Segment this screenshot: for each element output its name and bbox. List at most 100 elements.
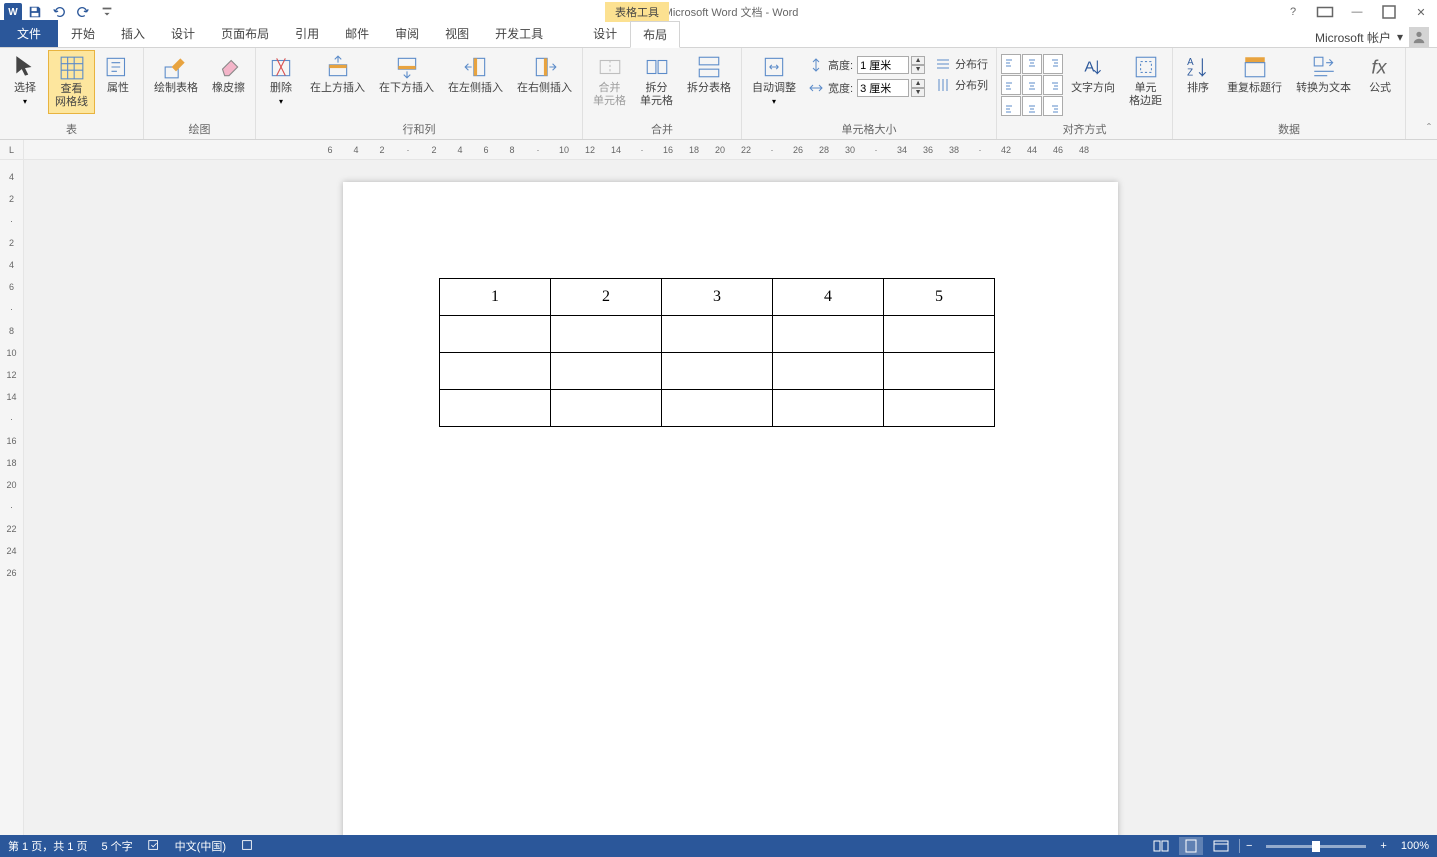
ribbon-options-icon[interactable] — [1313, 2, 1337, 22]
width-input[interactable]: ▲▼ — [857, 79, 925, 97]
close-icon[interactable]: ✕ — [1409, 2, 1433, 22]
table-cell[interactable]: 3 — [662, 279, 773, 316]
table-cell[interactable] — [551, 353, 662, 390]
read-mode-icon[interactable] — [1149, 837, 1173, 855]
distribute-rows-button[interactable]: 分布行 — [931, 54, 992, 74]
insert-right-button[interactable]: 在右侧插入 — [511, 50, 578, 99]
web-layout-icon[interactable] — [1209, 837, 1233, 855]
insert-left-button[interactable]: 在左侧插入 — [442, 50, 509, 99]
table-cell[interactable] — [662, 390, 773, 427]
table-cell[interactable] — [773, 316, 884, 353]
vertical-ruler[interactable]: 42·246·8101214·161820·222426 — [0, 160, 24, 835]
align-bl-button[interactable] — [1001, 96, 1021, 116]
repeat-header-button[interactable]: 重复标题行 — [1221, 50, 1288, 99]
tab-page-layout[interactable]: 页面布局 — [208, 20, 282, 47]
align-tl-button[interactable] — [1001, 54, 1021, 74]
table-row[interactable] — [440, 353, 995, 390]
spellcheck-icon[interactable] — [147, 838, 161, 855]
tab-review[interactable]: 审阅 — [382, 20, 432, 47]
table-cell[interactable] — [440, 316, 551, 353]
help-icon[interactable]: ? — [1281, 2, 1305, 22]
table-cell[interactable]: 4 — [773, 279, 884, 316]
spin-down-icon[interactable]: ▼ — [911, 65, 925, 74]
align-br-button[interactable] — [1043, 96, 1063, 116]
table-cell[interactable]: 1 — [440, 279, 551, 316]
view-gridlines-button[interactable]: 查看 网格线 — [48, 50, 95, 114]
align-tc-button[interactable] — [1022, 54, 1042, 74]
word-count[interactable]: 5 个字 — [101, 838, 132, 854]
table-row[interactable] — [440, 316, 995, 353]
tab-file[interactable]: 文件 — [0, 20, 58, 47]
tab-mailings[interactable]: 邮件 — [332, 20, 382, 47]
properties-button[interactable]: 属性 — [97, 50, 139, 99]
height-field[interactable] — [857, 56, 909, 74]
align-mc-button[interactable] — [1022, 75, 1042, 95]
zoom-percent[interactable]: 100% — [1401, 840, 1429, 852]
tab-home[interactable]: 开始 — [58, 20, 108, 47]
zoom-thumb[interactable] — [1312, 841, 1320, 852]
table-cell[interactable] — [884, 390, 995, 427]
table-cell[interactable] — [551, 390, 662, 427]
height-input[interactable]: ▲▼ — [857, 56, 925, 74]
print-layout-icon[interactable] — [1179, 837, 1203, 855]
select-button[interactable]: 选择▾ — [4, 50, 46, 110]
draw-table-button[interactable]: 绘制表格 — [148, 50, 204, 99]
spin-up-icon[interactable]: ▲ — [911, 56, 925, 65]
page-indicator[interactable]: 第 1 页，共 1 页 — [8, 838, 87, 854]
zoom-slider[interactable] — [1266, 845, 1366, 848]
tab-developer[interactable]: 开发工具 — [482, 20, 556, 47]
table-cell[interactable]: 2 — [551, 279, 662, 316]
tab-design[interactable]: 设计 — [158, 20, 208, 47]
convert-text-button[interactable]: 转换为文本 — [1290, 50, 1357, 99]
tab-table-design[interactable]: 设计 — [580, 20, 630, 47]
table-cell[interactable] — [884, 316, 995, 353]
delete-button[interactable]: 删除▾ — [260, 50, 302, 110]
document-table[interactable]: 1 2 3 4 5 — [439, 278, 995, 427]
tab-view[interactable]: 视图 — [432, 20, 482, 47]
table-cell[interactable] — [773, 353, 884, 390]
document-canvas[interactable]: 1 2 3 4 5 — [24, 160, 1437, 835]
tab-table-layout[interactable]: 布局 — [630, 21, 680, 48]
account-area[interactable]: Microsoft 帐户 ▾ — [1315, 27, 1429, 47]
table-cell[interactable] — [551, 316, 662, 353]
align-tr-button[interactable] — [1043, 54, 1063, 74]
split-table-button[interactable]: 拆分表格 — [681, 50, 737, 99]
spin-down-icon[interactable]: ▼ — [911, 88, 925, 97]
table-cell[interactable]: 5 — [884, 279, 995, 316]
insert-below-button[interactable]: 在下方插入 — [373, 50, 440, 99]
eraser-button[interactable]: 橡皮擦 — [206, 50, 251, 99]
table-row[interactable] — [440, 390, 995, 427]
table-cell[interactable] — [440, 353, 551, 390]
insert-mode-icon[interactable] — [240, 838, 254, 855]
page[interactable]: 1 2 3 4 5 — [343, 182, 1118, 835]
maximize-icon[interactable] — [1377, 2, 1401, 22]
table-row[interactable]: 1 2 3 4 5 — [440, 279, 995, 316]
tab-references[interactable]: 引用 — [282, 20, 332, 47]
table-cell[interactable] — [773, 390, 884, 427]
autofit-button[interactable]: 自动调整▾ — [746, 50, 802, 110]
insert-above-button[interactable]: 在上方插入 — [304, 50, 371, 99]
sort-button[interactable]: AZ排序 — [1177, 50, 1219, 99]
distribute-cols-button[interactable]: 分布列 — [931, 75, 992, 95]
zoom-in-button[interactable]: + — [1380, 840, 1386, 852]
formula-button[interactable]: fx公式 — [1359, 50, 1401, 99]
text-direction-button[interactable]: A文字方向 — [1065, 50, 1121, 99]
width-field[interactable] — [857, 79, 909, 97]
align-ml-button[interactable] — [1001, 75, 1021, 95]
table-cell[interactable] — [662, 353, 773, 390]
cell-margins-button[interactable]: 单元 格边距 — [1123, 50, 1168, 112]
spin-up-icon[interactable]: ▲ — [911, 79, 925, 88]
table-cell[interactable] — [662, 316, 773, 353]
minimize-icon[interactable]: — — [1345, 2, 1369, 22]
table-cell[interactable] — [884, 353, 995, 390]
split-cells-button[interactable]: 拆分 单元格 — [634, 50, 679, 112]
align-mr-button[interactable] — [1043, 75, 1063, 95]
table-cell[interactable] — [440, 390, 551, 427]
collapse-ribbon-icon[interactable]: ˆ — [1427, 121, 1431, 135]
align-bc-button[interactable] — [1022, 96, 1042, 116]
zoom-out-button[interactable]: − — [1246, 840, 1252, 852]
ruler-corner[interactable]: L — [0, 140, 24, 160]
tab-insert[interactable]: 插入 — [108, 20, 158, 47]
horizontal-ruler[interactable]: 642·2468·101214·16182022·262830·343638·4… — [320, 142, 1094, 158]
language-indicator[interactable]: 中文(中国) — [175, 838, 226, 854]
